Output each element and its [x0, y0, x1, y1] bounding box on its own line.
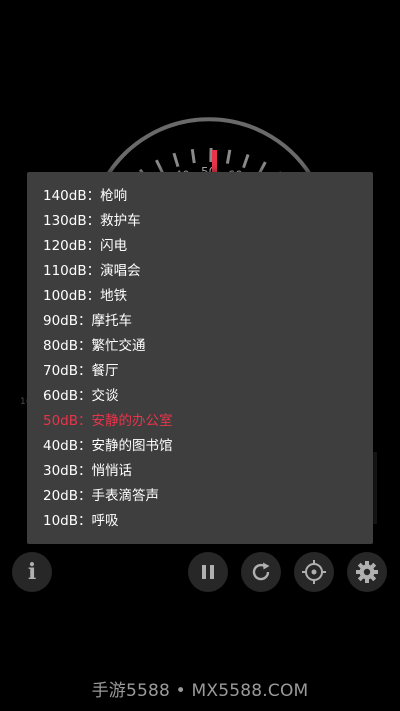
- decibel-reference-item: 40dB：安静的图书馆: [43, 438, 173, 454]
- decibel-reference-item: 30dB：悄悄话: [43, 463, 133, 479]
- decibel-reference-item: 50dB：安静的办公室: [43, 413, 173, 429]
- gauge-tick: [155, 159, 164, 174]
- gear-icon: [356, 561, 378, 583]
- decibel-reference-item: 110dB：演唱会: [43, 263, 141, 279]
- gauge-tick: [190, 148, 196, 164]
- gauge-tick: [225, 149, 232, 164]
- decibel-reference-item: 60dB：交谈: [43, 388, 119, 404]
- decibel-reference-item: 120dB：闪电: [43, 238, 128, 254]
- decibel-reference-list: 140dB：枪响 130dB：救护车 120dB：闪电 110dB：演唱会 100dB：…: [27, 172, 373, 534]
- side-meter-bar: [373, 452, 377, 524]
- pause-button[interactable]: [188, 552, 228, 592]
- decibel-reference-popup[interactable]: 140dB：枪响 130dB：救护车 120dB：闪电 110dB：演唱会 100dB：…: [27, 172, 373, 544]
- pause-icon: [202, 565, 214, 579]
- decibel-reference-item: 80dB：繁忙交通: [43, 338, 146, 354]
- gauge-needle: [212, 150, 217, 172]
- decibel-reference-item: 70dB：餐厅: [43, 363, 119, 379]
- decibel-reference-item: 20dB：手表滴答声: [43, 488, 160, 504]
- refresh-button[interactable]: [241, 552, 281, 592]
- decibel-reference-item: 130dB：救护车: [43, 213, 141, 229]
- decibel-reference-item: 140dB：枪响: [43, 188, 128, 204]
- gauge-tick: [172, 152, 180, 168]
- watermark-text: 手游5588 • MX5588.COM: [91, 681, 309, 701]
- info-button[interactable]: i: [12, 552, 52, 592]
- refresh-icon: [252, 562, 270, 581]
- decibel-reference-item: 90dB：摩托车: [43, 313, 133, 329]
- crosshair-icon: [302, 560, 326, 584]
- calibrate-button[interactable]: [294, 552, 334, 592]
- decibel-reference-item: 100dB：地铁: [43, 288, 128, 304]
- decibel-reference-item: 10dB：呼吸: [43, 513, 119, 529]
- gauge-tick: [242, 154, 250, 169]
- info-icon: i: [27, 559, 37, 585]
- settings-button[interactable]: [347, 552, 387, 592]
